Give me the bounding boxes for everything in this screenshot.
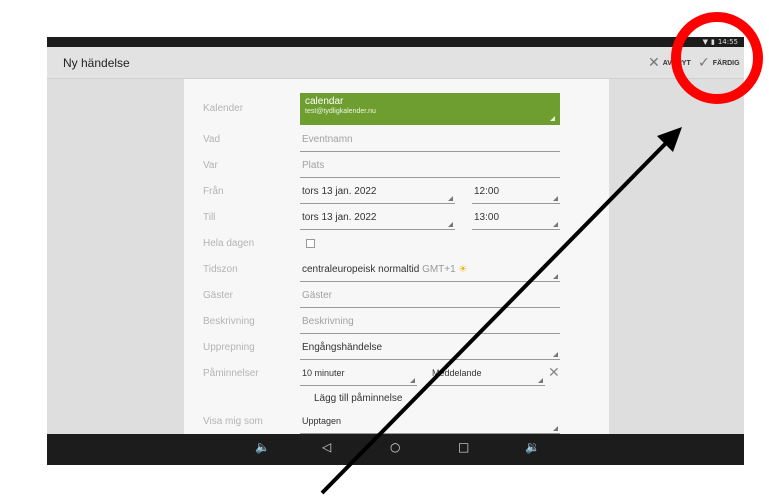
volume-up-icon[interactable]: 🔉: [525, 440, 540, 454]
location-input[interactable]: Plats: [300, 156, 560, 178]
add-reminder-row: Lägg till påminnelse: [184, 389, 609, 413]
page-title: Ny händelse: [63, 56, 130, 70]
sun-icon: ☀: [458, 264, 468, 275]
status-time: 14:55: [717, 38, 738, 46]
timezone-select[interactable]: centraleuropeisk normaltid GMT+1 ☀: [300, 260, 560, 282]
description-input[interactable]: Beskrivning: [300, 312, 560, 334]
timezone-value: centraleuropeisk normaltid: [302, 264, 420, 275]
from-row: Från tors 13 jan. 2022 12:00: [184, 182, 609, 206]
all-day-row: Hela dagen: [184, 234, 609, 258]
volume-down-icon[interactable]: 🔈: [255, 440, 270, 454]
done-label: FÄRDIG: [712, 59, 740, 67]
all-day-checkbox[interactable]: [306, 239, 315, 248]
where-row: Var Plats: [184, 156, 609, 180]
remove-reminder-icon[interactable]: ✕: [548, 365, 560, 381]
to-date-select[interactable]: tors 13 jan. 2022: [300, 208, 455, 230]
timezone-offset: GMT+1: [422, 264, 456, 275]
from-time-select[interactable]: 12:00: [472, 182, 560, 204]
tablet-screen: ▼ ▮ 14:55 Ny händelse ✕ AVBRYT ✓ FÄRDIG …: [47, 37, 744, 465]
navigation-bar: 🔈 ◁ ○ □ 🔉: [47, 434, 744, 465]
description-row: Beskrivning Beskrivning: [184, 312, 609, 336]
description-label: Beskrivning: [203, 316, 255, 327]
battery-icon: ▮: [710, 38, 715, 46]
where-label: Var: [203, 160, 218, 171]
from-date-select[interactable]: tors 13 jan. 2022: [300, 182, 455, 204]
home-icon[interactable]: ○: [390, 440, 400, 454]
add-reminder-button[interactable]: Lägg till påminnelse: [314, 393, 402, 404]
event-name-input[interactable]: Eventnamn: [300, 130, 560, 152]
show-as-row: Visa mig som Upptagen: [184, 412, 609, 434]
show-as-label: Visa mig som: [203, 416, 263, 427]
show-as-select[interactable]: Upptagen: [300, 412, 560, 434]
calendar-label: Kalender: [203, 103, 244, 114]
reminders-label: Påminnelser: [203, 368, 259, 379]
to-row: Till tors 13 jan. 2022 13:00: [184, 208, 609, 232]
action-bar: Ny händelse ✕ AVBRYT ✓ FÄRDIG: [47, 47, 744, 79]
timezone-label: Tidszon: [203, 264, 238, 275]
reminders-row: Påminnelser 10 minuter Meddelande ✕: [184, 364, 609, 388]
reminder-method-select[interactable]: Meddelande: [430, 364, 545, 386]
what-label: Vad: [203, 134, 221, 145]
repeat-select[interactable]: Engångshändelse: [300, 338, 560, 360]
status-bar: ▼ ▮ 14:55: [47, 37, 744, 47]
calendar-name: calendar: [305, 96, 344, 107]
done-button[interactable]: ✓ FÄRDIG: [698, 55, 740, 71]
cancel-label: AVBRYT: [662, 59, 691, 67]
recents-icon[interactable]: □: [458, 440, 469, 454]
cancel-button[interactable]: ✕ AVBRYT: [648, 55, 691, 71]
guests-row: Gäster Gäster: [184, 286, 609, 310]
repeat-row: Upprepning Engångshändelse: [184, 338, 609, 362]
wifi-icon: ▼: [702, 38, 708, 46]
timezone-row: Tidszon centraleuropeisk normaltid GMT+1…: [184, 260, 609, 284]
event-form: Kalender calendar test@tydligkalender.nu…: [184, 79, 609, 434]
calendar-select[interactable]: calendar test@tydligkalender.nu: [300, 93, 560, 125]
calendar-account: test@tydligkalender.nu: [305, 108, 376, 115]
from-label: Från: [203, 186, 224, 197]
reminder-time-select[interactable]: 10 minuter: [300, 364, 417, 386]
what-row: Vad Eventnamn: [184, 130, 609, 154]
screenshot-page: ▼ ▮ 14:55 Ny händelse ✕ AVBRYT ✓ FÄRDIG …: [0, 0, 769, 502]
back-icon[interactable]: ◁: [322, 440, 331, 454]
close-icon: ✕: [648, 55, 660, 71]
all-day-label: Hela dagen: [203, 238, 255, 249]
to-label: Till: [203, 212, 216, 223]
check-icon: ✓: [698, 55, 710, 71]
form-background: Kalender calendar test@tydligkalender.nu…: [47, 79, 744, 434]
guests-input[interactable]: Gäster: [300, 286, 560, 308]
to-time-select[interactable]: 13:00: [472, 208, 560, 230]
guests-label: Gäster: [203, 290, 234, 301]
repeat-label: Upprepning: [203, 342, 255, 353]
